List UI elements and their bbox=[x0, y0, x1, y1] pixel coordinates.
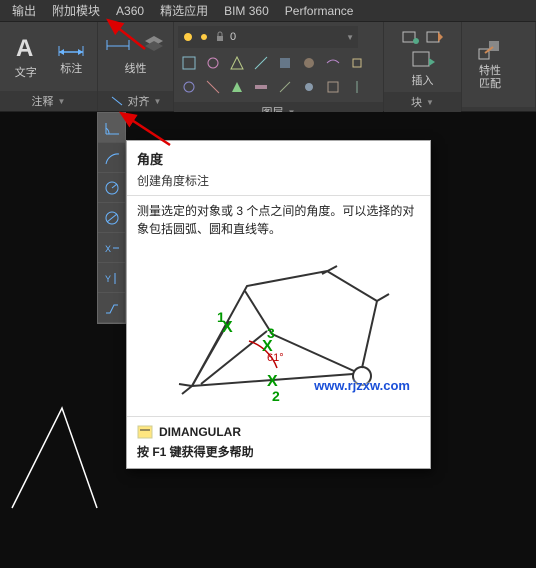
menu-a360[interactable]: A360 bbox=[108, 4, 152, 18]
props-label: 特性 匹配 bbox=[479, 65, 501, 89]
block-tool-1[interactable] bbox=[400, 26, 422, 48]
dim-jogged-item[interactable] bbox=[98, 293, 125, 323]
layer-tool-7[interactable] bbox=[322, 52, 344, 74]
panel-block: 插入 块▼ bbox=[384, 22, 462, 111]
chevron-down-icon: ▼ bbox=[426, 98, 434, 107]
tooltip-command: DIMANGULAR bbox=[137, 425, 420, 439]
panel-dimension: 线性 对齐▼ bbox=[98, 22, 174, 111]
layer-tool-11[interactable] bbox=[226, 76, 248, 98]
dimension-label: 标注 bbox=[60, 60, 82, 76]
layer-tool-6[interactable] bbox=[298, 52, 320, 74]
insert-icon bbox=[411, 50, 435, 70]
menu-performance[interactable]: Performance bbox=[277, 4, 362, 18]
tooltip-description: 测量选定的对象或 3 个点之间的角度。可以选择的对象包括圆弧、圆和直线等。 bbox=[127, 195, 430, 246]
dim-angular-item[interactable] bbox=[98, 113, 125, 143]
chevron-down-icon: ▼ bbox=[154, 97, 162, 106]
tooltip-panel: 角度 创建角度标注 测量选定的对象或 3 个点之间的角度。可以选择的对象包括圆弧… bbox=[126, 140, 431, 469]
layer-tool-10[interactable] bbox=[202, 76, 224, 98]
dim-diameter-item[interactable] bbox=[98, 203, 125, 233]
layer-name: 0 bbox=[230, 31, 342, 43]
chevron-down-icon: ▼ bbox=[346, 33, 354, 42]
menu-bar: 输出 附加模块 A360 精选应用 BIM 360 Performance bbox=[0, 0, 536, 22]
layer-tool-15[interactable] bbox=[322, 76, 344, 98]
match-props-icon bbox=[477, 39, 503, 63]
menu-addons[interactable]: 附加模块 bbox=[44, 2, 108, 19]
chevron-down-icon: ▼ bbox=[58, 97, 66, 106]
layer-tool-16[interactable] bbox=[346, 76, 368, 98]
layer-tool-4[interactable] bbox=[250, 52, 272, 74]
menu-output[interactable]: 输出 bbox=[4, 2, 44, 19]
layer-tool-5[interactable] bbox=[274, 52, 296, 74]
panel-title-align[interactable]: 对齐▼ bbox=[98, 91, 173, 111]
dimension-dropdown: X Y bbox=[97, 112, 126, 324]
menu-featured[interactable]: 精选应用 bbox=[152, 2, 216, 19]
layer-tool-2[interactable] bbox=[202, 52, 224, 74]
ribbon: A 文字 标注 注释▼ bbox=[0, 22, 536, 112]
svg-text:1: 1 bbox=[217, 309, 225, 325]
layer-tool-13[interactable] bbox=[274, 76, 296, 98]
text-label: 文字 bbox=[15, 64, 37, 80]
tooltip-title: 角度 bbox=[137, 149, 420, 168]
insert-button[interactable]: 插入 bbox=[399, 50, 447, 88]
dim-layers-button[interactable] bbox=[137, 26, 171, 60]
svg-text:A: A bbox=[16, 35, 33, 62]
layer-tool-12[interactable] bbox=[250, 76, 272, 98]
panel-title-annotation[interactable]: 注释▼ bbox=[0, 91, 97, 111]
svg-text:3: 3 bbox=[267, 325, 275, 341]
linear-label: 线性 bbox=[125, 60, 147, 76]
svg-text:X: X bbox=[105, 244, 111, 254]
align-icon bbox=[110, 95, 124, 107]
watermark-url: www.rjzxw.com bbox=[314, 378, 410, 393]
match-props-button[interactable]: 特性 匹配 bbox=[466, 35, 514, 95]
panel-title-props[interactable] bbox=[462, 107, 535, 111]
tooltip-illustration: www.rjzxw.com X 1 X 2 X 3 61° bbox=[127, 246, 430, 416]
layer-tool-9[interactable] bbox=[178, 76, 200, 98]
panel-title-block[interactable]: 块▼ bbox=[384, 92, 461, 112]
text-button[interactable]: A 文字 bbox=[4, 27, 48, 87]
tooltip-help: 按 F1 键获得更多帮助 bbox=[137, 443, 420, 460]
menu-bim360[interactable]: BIM 360 bbox=[216, 4, 277, 18]
sun-icon bbox=[198, 31, 210, 43]
layer-tool-1[interactable] bbox=[178, 52, 200, 74]
tooltip-subtitle: 创建角度标注 bbox=[127, 170, 430, 195]
dim-linear-button[interactable] bbox=[101, 26, 135, 60]
layers-icon bbox=[143, 34, 165, 52]
svg-text:2: 2 bbox=[272, 388, 280, 404]
dim-ordinate-x-item[interactable]: X bbox=[98, 233, 125, 263]
layer-tool-8[interactable] bbox=[346, 52, 368, 74]
dim-ordinate-y-item[interactable]: Y bbox=[98, 263, 125, 293]
triangle-shape bbox=[2, 398, 102, 518]
svg-text:Y: Y bbox=[105, 274, 111, 284]
dim-arc-item[interactable] bbox=[98, 143, 125, 173]
dim-linear-icon bbox=[105, 34, 131, 52]
command-icon bbox=[137, 425, 153, 439]
layer-dropdown[interactable]: 0 ▼ bbox=[178, 26, 358, 48]
block-tool-2[interactable] bbox=[424, 26, 446, 48]
insert-label: 插入 bbox=[412, 72, 434, 88]
panel-layer: 0 ▼ bbox=[174, 22, 384, 111]
layer-tool-14[interactable] bbox=[298, 76, 320, 98]
lock-icon bbox=[214, 31, 226, 43]
layer-tool-3[interactable] bbox=[226, 52, 248, 74]
angle-icon bbox=[103, 120, 121, 136]
dim-radius-item[interactable] bbox=[98, 173, 125, 203]
lightbulb-icon bbox=[182, 31, 194, 43]
svg-text:61°: 61° bbox=[267, 352, 284, 364]
dimension-button[interactable]: 标注 bbox=[50, 27, 94, 87]
text-icon: A bbox=[12, 34, 40, 62]
panel-properties: 特性 匹配 bbox=[462, 22, 536, 111]
panel-annotation: A 文字 标注 注释▼ bbox=[0, 22, 98, 111]
dimension-icon bbox=[57, 38, 85, 58]
